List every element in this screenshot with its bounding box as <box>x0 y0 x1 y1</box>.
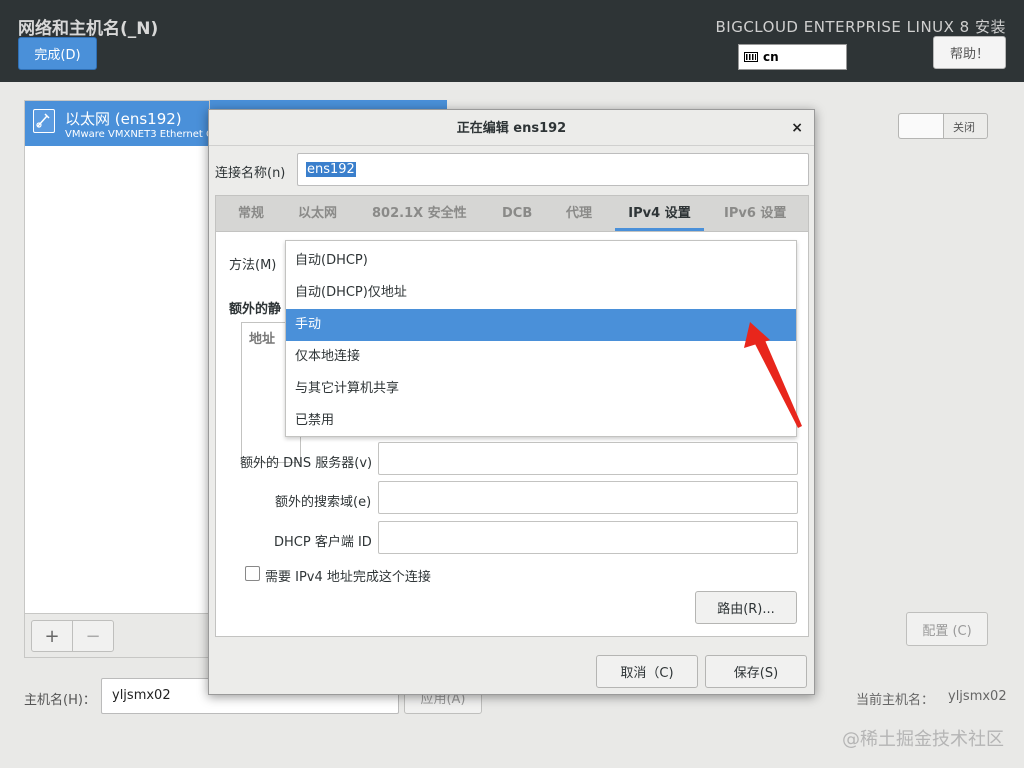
interface-item-ens192[interactable]: 以太网 (ens192) VMware VMXNET3 Ethernet C <box>25 101 213 146</box>
require-ipv4-label: 需要 IPv4 地址完成这个连接 <box>265 570 431 585</box>
interface-list: 以太网 (ens192) VMware VMXNET3 Ethernet C +… <box>24 100 213 658</box>
help-button[interactable]: 帮助！ <box>933 36 1006 69</box>
product-title: BIGCLOUD ENTERPRISE LINUX 8 安装 <box>715 18 1006 36</box>
configure-button[interactable]: 配置 (C) <box>906 612 988 646</box>
current-hostname-value: yljsmx02 <box>948 689 1007 704</box>
method-option-dhcp-address-only[interactable]: 自动(DHCP)仅地址 <box>286 277 796 309</box>
remove-interface-button[interactable]: − <box>72 620 114 652</box>
require-ipv4-checkbox[interactable] <box>245 566 260 581</box>
page-title: 网络和主机名(_N) <box>18 19 159 39</box>
dhcp-client-id-input[interactable] <box>378 521 798 554</box>
routes-button[interactable]: 路由(R)... <box>695 591 797 624</box>
dialog-title: 正在编辑 ens192 <box>209 110 814 146</box>
ethernet-icon <box>33 109 55 133</box>
dns-servers-label: 额外的 DNS 服务器(v) <box>240 456 373 471</box>
tab-ipv4-settings[interactable]: IPv4 设置 <box>615 196 704 231</box>
extra-static-address-label: 额外的静 <box>229 302 282 317</box>
tab-proxy[interactable]: 代理 <box>566 196 592 231</box>
method-option-dhcp[interactable]: 自动(DHCP) <box>286 245 796 277</box>
connection-name-input[interactable]: ens192 <box>297 153 809 186</box>
keyboard-layout-indicator[interactable]: cn <box>738 44 847 70</box>
watermark: @稀土掘金技术社区 <box>842 729 1004 750</box>
tab-ipv6-settings[interactable]: IPv6 设置 <box>724 196 786 231</box>
tab-8021x-security[interactable]: 802.1X 安全性 <box>372 196 467 231</box>
dns-servers-input[interactable] <box>378 442 798 475</box>
method-dropdown-menu: 自动(DHCP) 自动(DHCP)仅地址 手动 仅本地连接 与其它计算机共享 已… <box>285 240 797 437</box>
method-label: 方法(M) <box>229 258 277 273</box>
tab-ethernet[interactable]: 以太网 <box>298 196 337 231</box>
method-option-shared[interactable]: 与其它计算机共享 <box>286 373 796 405</box>
tab-general[interactable]: 常规 <box>238 196 264 231</box>
dhcp-client-id-label: DHCP 客户端 ID <box>274 535 372 550</box>
close-icon[interactable]: × <box>791 120 803 136</box>
interface-name: 以太网 (ens192) <box>65 110 182 128</box>
settings-tabs: 常规 以太网 802.1X 安全性 DCB 代理 IPv4 设置 IPv6 设置 <box>215 195 809 231</box>
save-button[interactable]: 保存(S) <box>705 655 807 688</box>
add-interface-button[interactable]: + <box>31 620 73 652</box>
toggle-knob <box>899 114 944 138</box>
method-option-link-local[interactable]: 仅本地连接 <box>286 341 796 373</box>
search-domain-label: 额外的搜索域(e) <box>275 495 372 510</box>
search-domain-input[interactable] <box>378 481 798 514</box>
address-column-header: 地址 <box>249 332 276 347</box>
done-button[interactable]: 完成(D) <box>18 37 97 70</box>
cancel-button[interactable]: 取消（C) <box>596 655 698 688</box>
method-option-manual[interactable]: 手动 <box>286 309 796 341</box>
keyboard-layout-value: cn <box>763 50 779 64</box>
toggle-label: 关闭 <box>953 121 975 134</box>
keyboard-icon <box>744 52 758 62</box>
top-bar: 网络和主机名(_N) 完成(D) BIGCLOUD ENTERPRISE LIN… <box>0 0 1024 82</box>
current-hostname-label: 当前主机名： <box>856 693 935 708</box>
hostname-label: 主机名(H)： <box>24 693 96 708</box>
method-option-disabled[interactable]: 已禁用 <box>286 405 796 437</box>
interface-button-bar: + − <box>25 613 209 657</box>
interface-description: VMware VMXNET3 Ethernet C <box>65 129 214 140</box>
connection-name-label: 连接名称(n) <box>215 166 286 181</box>
tab-dcb[interactable]: DCB <box>502 196 532 231</box>
connection-toggle[interactable]: 关闭 <box>898 113 988 139</box>
connection-name-value: ens192 <box>306 162 356 177</box>
